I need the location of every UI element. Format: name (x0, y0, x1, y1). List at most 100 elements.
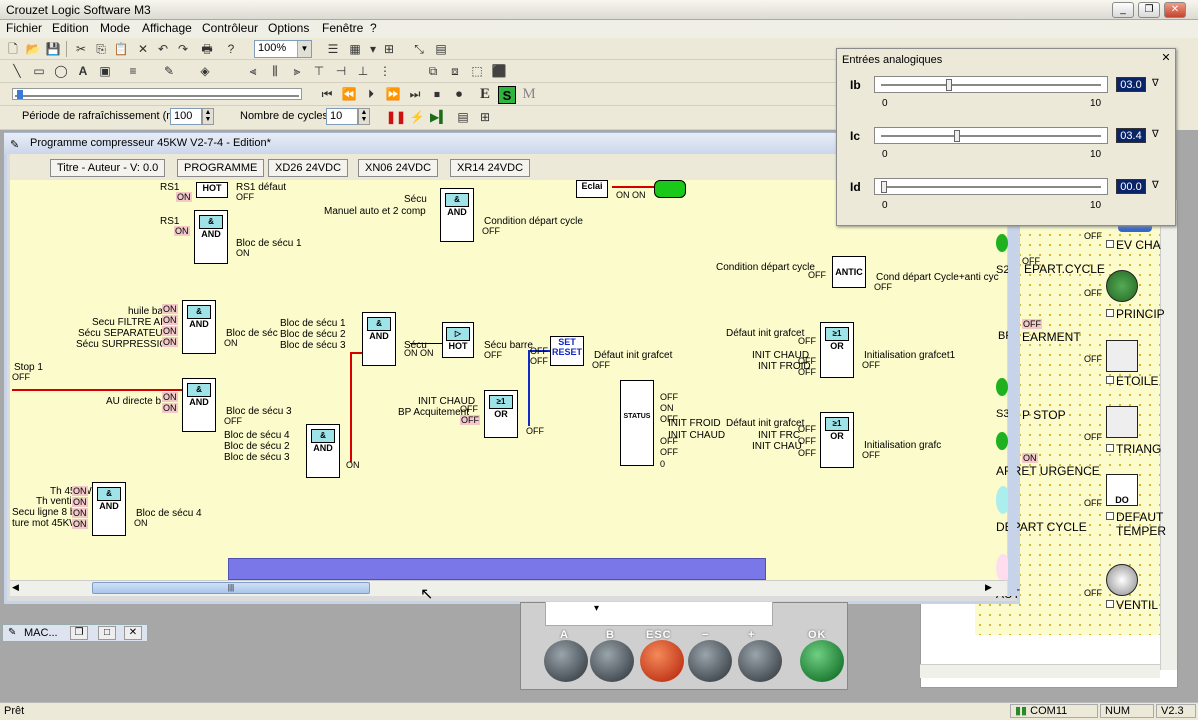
analog-id-value[interactable]: 00.0 (1116, 179, 1146, 194)
cycles-input[interactable]: 10 (326, 108, 358, 125)
analog-ic-slider[interactable] (874, 127, 1108, 144)
hot-block-1[interactable]: HOT (196, 182, 228, 198)
chevron-down-icon[interactable]: ∇ (1152, 78, 1159, 89)
rewind-icon[interactable]: ⏮ (318, 85, 336, 103)
key-plus-button[interactable] (738, 640, 782, 682)
send-back-icon[interactable]: ⬛ (490, 62, 508, 80)
close-icon[interactable]: ✕ (124, 626, 142, 640)
hot-block-2[interactable]: ▷ HOT (442, 322, 474, 358)
lightning-icon[interactable]: ⚡ (408, 108, 426, 126)
save-icon[interactable]: 💾 (44, 40, 62, 58)
copy-icon[interactable]: ⎘ (92, 40, 110, 58)
layout-icon[interactable]: ⊞ (380, 40, 398, 58)
analog-id-slider[interactable] (874, 178, 1108, 195)
key-esc-button[interactable] (640, 640, 684, 682)
step-icon[interactable]: ⏵ (362, 85, 380, 103)
analog-ib-value[interactable]: 03.0 (1116, 77, 1146, 92)
line-tool-icon[interactable]: ╲ (8, 62, 26, 80)
minimize-button[interactable]: _ (1112, 2, 1134, 18)
and-block-1[interactable]: & AND (194, 210, 228, 264)
key-minus-button[interactable] (688, 640, 732, 682)
ellipse-tool-icon[interactable]: ◯ (52, 62, 70, 80)
pen-color-icon[interactable]: ✎ (160, 62, 178, 80)
slider-knob[interactable] (17, 90, 23, 99)
refresh-spinner[interactable]: ▲ ▼ (202, 108, 214, 125)
menu-fichier[interactable]: Fichier (6, 21, 42, 35)
slider-knob[interactable] (954, 130, 961, 142)
slider-knob[interactable] (945, 79, 952, 91)
end-icon[interactable]: ⏹ (428, 85, 446, 103)
princip-checkbox[interactable] (1106, 309, 1114, 317)
record-icon[interactable]: ⏺ (450, 85, 468, 103)
tab-titre[interactable]: Titre - Auteur - V: 0.0 (50, 159, 166, 177)
antic-block[interactable]: ANTIC (832, 256, 866, 288)
simulation-slider[interactable] (12, 88, 302, 100)
output-horizontal-scrollbar[interactable] (920, 664, 1160, 678)
wire-icon[interactable]: ⤡ (410, 40, 428, 58)
scroll-thumb[interactable]: ||| (92, 582, 370, 594)
and-block-2[interactable]: & AND (440, 188, 474, 242)
grid-icon[interactable]: ▦ (346, 40, 364, 58)
run-step-icon[interactable]: ▶▍ (430, 108, 448, 126)
align-right-icon[interactable]: ⫸ (288, 62, 306, 80)
align-middle-icon[interactable]: ⊣ (332, 62, 350, 80)
set-reset-block[interactable]: SET RESET (550, 336, 584, 366)
menu-help[interactable]: ? (370, 21, 377, 35)
zoom-select[interactable]: 100% ▼ (254, 40, 312, 58)
chevron-down-icon[interactable]: ∇ (1152, 129, 1159, 140)
table-icon[interactable]: ▤ (432, 40, 450, 58)
cycles-spinner[interactable]: ▲ ▼ (358, 108, 370, 125)
and-block-5[interactable]: & AND (362, 312, 396, 366)
analog-ib-slider[interactable] (874, 76, 1108, 93)
scroll-left-icon[interactable]: ◀ (12, 582, 19, 593)
help-icon[interactable]: ? (222, 40, 240, 58)
menu-fenetre[interactable]: Fenêtre (322, 21, 363, 35)
close-icon[interactable]: ✕ (1160, 53, 1172, 65)
and-block-6[interactable]: & AND (306, 424, 340, 478)
menu-controleur[interactable]: Contrôleur (202, 21, 258, 35)
text-tool-icon[interactable]: A (74, 62, 92, 80)
settings-grid-icon[interactable]: ⊞ (476, 108, 494, 126)
eclai-block[interactable]: Eclai (576, 180, 608, 198)
menu-mode[interactable]: Mode (100, 21, 130, 35)
line-width-icon[interactable]: ≡ (124, 62, 142, 80)
slider-knob[interactable] (881, 181, 887, 193)
tab-programme[interactable]: PROGRAMME (177, 159, 265, 177)
tab-xr14[interactable]: XR14 24VDC (450, 159, 531, 177)
undo-icon[interactable]: ↶ (154, 40, 172, 58)
step-forward-icon[interactable]: ⏩ (384, 85, 402, 103)
redo-icon[interactable]: ↷ (174, 40, 192, 58)
program-canvas[interactable] (10, 180, 1007, 580)
group-icon[interactable]: ⧉ (424, 62, 442, 80)
align-left-icon[interactable]: ⫷ (244, 62, 262, 80)
mode-s-button[interactable]: S (498, 86, 516, 104)
print-icon[interactable]: 🖶 (198, 40, 216, 58)
restore-icon[interactable]: ❐ (70, 626, 88, 640)
key-ok-button[interactable] (800, 640, 844, 682)
menu-affichage[interactable]: Affichage (142, 21, 192, 35)
maximize-button[interactable]: ❐ (1138, 2, 1160, 18)
align-bottom-icon[interactable]: ⊥ (354, 62, 372, 80)
delete-icon[interactable]: ✕ (134, 40, 152, 58)
and-block-7[interactable]: & AND (92, 482, 126, 536)
or-block-3[interactable]: ≥1 OR (820, 412, 854, 468)
menu-edition[interactable]: Edition (52, 21, 89, 35)
etoile-checkbox[interactable] (1106, 376, 1114, 384)
pause-icon[interactable]: ❚❚ (386, 108, 406, 126)
mode-m-button[interactable]: M (520, 85, 538, 103)
monitor-icon[interactable]: ▤ (454, 108, 472, 126)
ungroup-icon[interactable]: ⧈ (446, 62, 464, 80)
or-block-1[interactable]: ≥1 OR (484, 390, 518, 438)
fast-forward-icon[interactable]: ⏭ (406, 85, 424, 103)
ev-cha-checkbox[interactable] (1106, 240, 1114, 248)
mode-e-button[interactable]: E (476, 85, 494, 103)
align-top-icon[interactable]: ⊤ (310, 62, 328, 80)
status-block[interactable]: STATUS (620, 380, 654, 466)
distribute-icon[interactable]: ⋮ (376, 62, 394, 80)
or-block-2[interactable]: ≥1 OR (820, 322, 854, 378)
tab-xn06[interactable]: XN06 24VDC (358, 159, 439, 177)
and-block-3[interactable]: & AND (182, 300, 216, 354)
fill-color-icon[interactable]: ◈ (196, 62, 214, 80)
close-button[interactable]: ✕ (1164, 2, 1186, 18)
cut-icon[interactable]: ✂ (72, 40, 90, 58)
